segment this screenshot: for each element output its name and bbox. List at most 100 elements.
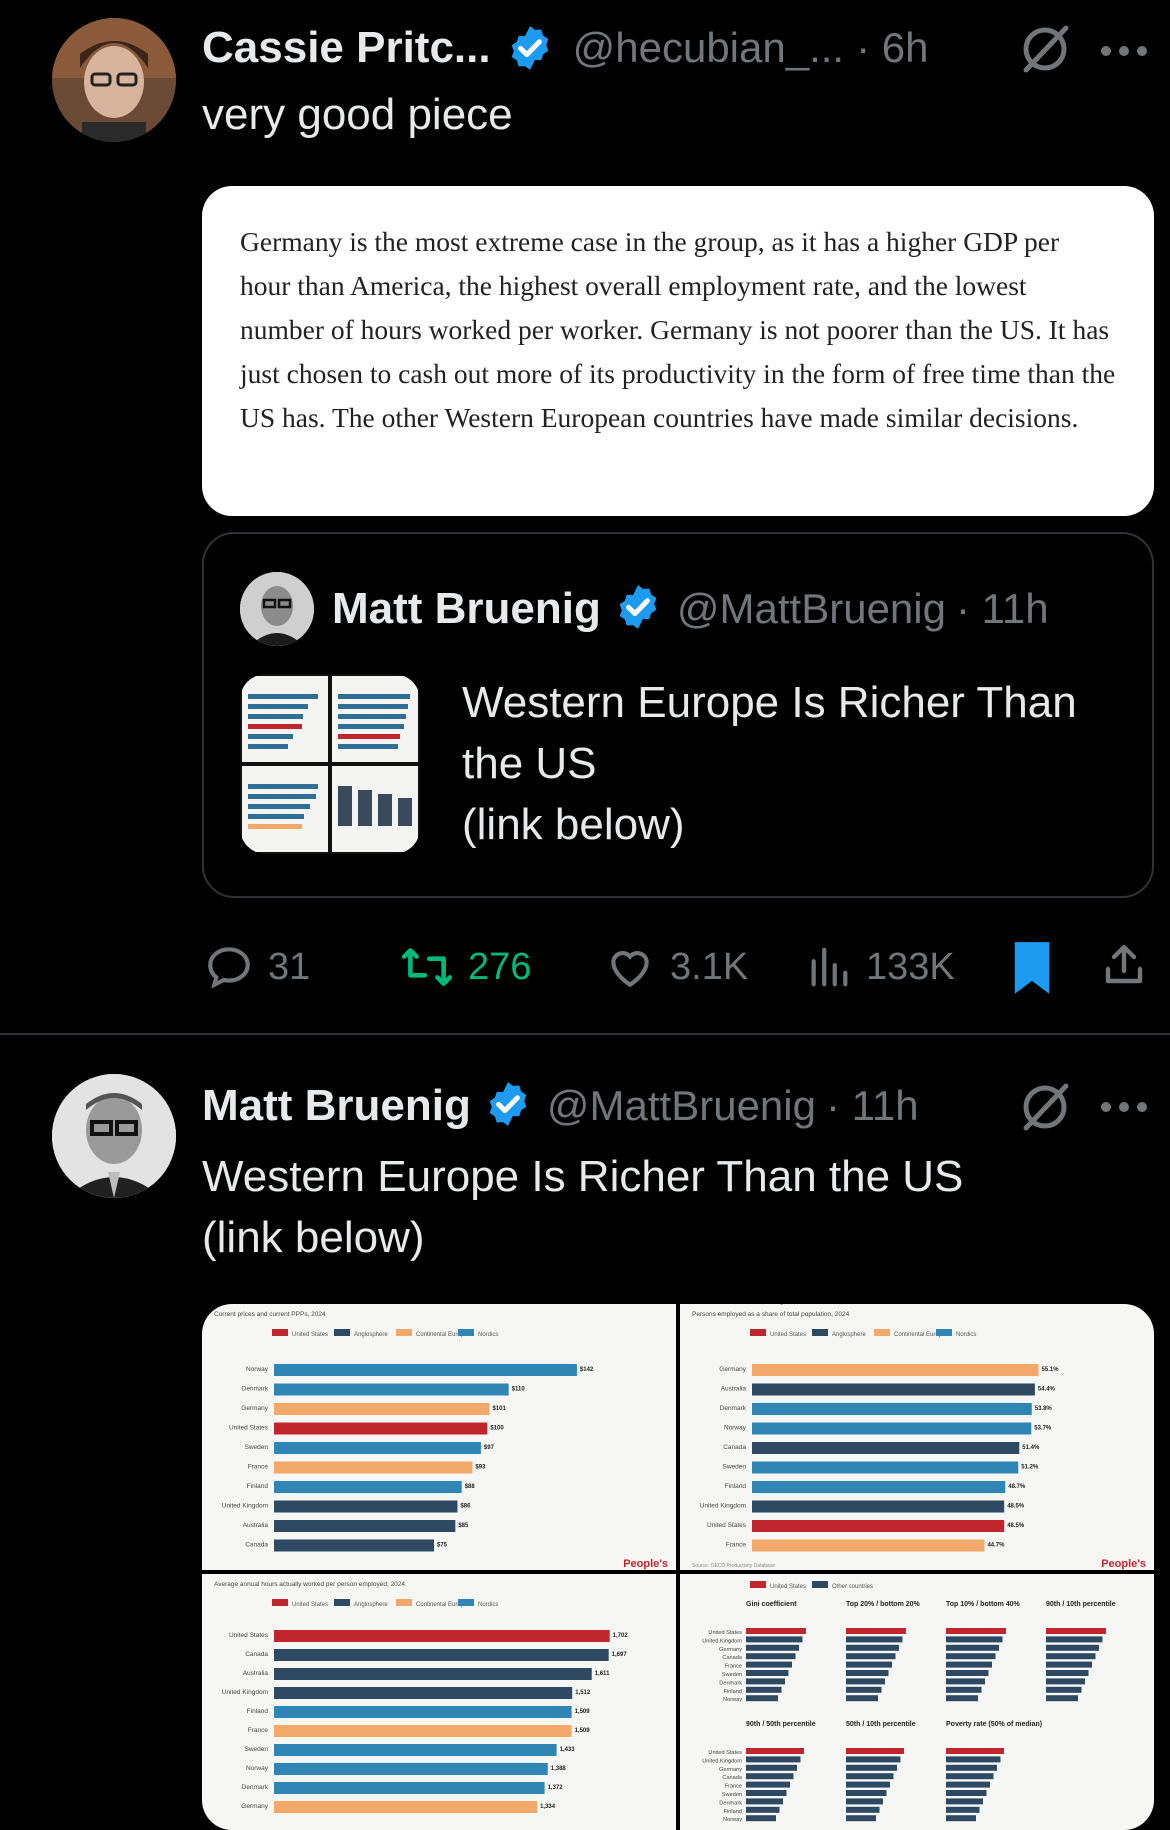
bar (946, 1695, 978, 1702)
avatar-image (52, 18, 176, 142)
more-icon[interactable] (1100, 44, 1148, 62)
bar (752, 1422, 1032, 1435)
share-icon[interactable] (1100, 940, 1148, 995)
data-label: 1,372 (548, 1785, 564, 1791)
panel-title: Top 10% / bottom 40% (946, 1601, 1021, 1608)
legend-label: United States (292, 1602, 328, 1608)
bar (274, 1668, 592, 1680)
legend-swatch (936, 1329, 952, 1336)
bar (274, 1403, 490, 1415)
data-label: $100 (490, 1426, 504, 1432)
grok-icon[interactable] (1018, 1080, 1072, 1139)
bookmark-icon[interactable] (1010, 940, 1054, 1001)
tick-label: United States (707, 1522, 747, 1529)
bar (846, 1798, 883, 1805)
chart-panel-4[interactable]: United States Other countries Gini coeffic… (680, 1574, 1154, 1830)
data-label: 1,697 (612, 1652, 628, 1658)
brand-logo: People's (623, 1558, 668, 1570)
bar (746, 1773, 794, 1780)
quote-time: · 11h (955, 585, 1049, 632)
tweet-time[interactable]: · 6h (856, 24, 928, 72)
tick-label: Sweden (245, 1746, 269, 1753)
legend-swatch (396, 1329, 412, 1336)
data-label: 48.5% (1007, 1523, 1025, 1529)
reply-icon (208, 947, 250, 989)
bar (846, 1661, 892, 1668)
bar (846, 1748, 904, 1754)
reply-button[interactable]: 31 (204, 942, 310, 992)
bar (846, 1781, 890, 1788)
data-label: 1,702 (613, 1633, 629, 1639)
chart-subtitle: Current prices and current PPPs, 2024 (214, 1311, 326, 1318)
chart-source: Source: OECD Productivity Database (692, 1563, 775, 1569)
chart-hours-worked: Hours Worked Per Worker Average annual ho… (214, 1574, 629, 1813)
grok-icon[interactable] (1018, 22, 1072, 81)
chart-subtitle: Persons employed as a share of total pop… (692, 1311, 850, 1318)
quote-author-handle[interactable]: @MattBruenig (677, 585, 946, 633)
author-handle[interactable]: @hecubian_... (573, 24, 844, 72)
quoted-tweet-card[interactable]: Matt Bruenig @MattBruenig · 11h Western … (202, 532, 1154, 898)
tick-label: Norway (246, 1366, 269, 1373)
author-handle[interactable]: @MattBruenig (547, 1082, 816, 1130)
tick-label: Germany (719, 1647, 742, 1653)
bar (846, 1670, 889, 1676)
like-button[interactable]: 3.1K (604, 942, 748, 992)
tweet-time[interactable]: · 11h (826, 1082, 919, 1130)
bar (846, 1806, 880, 1813)
legend-label: Nordics (478, 1332, 498, 1338)
avatar-matt[interactable] (52, 1074, 176, 1198)
repost-count: 276 (468, 945, 532, 988)
tweet2-media-grid[interactable]: GDP Per Hour Worked Current prices and cu… (202, 1304, 1154, 1830)
more-icon[interactable] (1100, 1100, 1148, 1118)
bar (846, 1790, 887, 1796)
data-label: $86 (460, 1504, 471, 1510)
tick-label: Australia (243, 1522, 269, 1529)
avatar-cassie[interactable] (52, 18, 176, 142)
tick-label: Sweden (723, 1464, 747, 1471)
chart-panel-3[interactable]: Hours Worked Per Worker Average annual ho… (202, 1574, 676, 1830)
tweet1-text: very good piece (202, 90, 513, 139)
tick-label: France (725, 1784, 742, 1790)
bar (846, 1628, 906, 1634)
author-name[interactable]: Matt Bruenig (202, 1081, 471, 1131)
excerpt-image[interactable]: Germany is the most extreme case in the … (202, 186, 1154, 516)
repost-button[interactable]: 276 (400, 942, 531, 992)
bar (846, 1653, 896, 1660)
chart-panel-2[interactable]: Share of the Population With a Job Person… (680, 1304, 1154, 1570)
legend-swatch (874, 1329, 890, 1336)
quote-text-line-3: (link below) (462, 800, 685, 849)
reply-count: 31 (268, 945, 311, 988)
bar (846, 1686, 882, 1693)
bar (752, 1442, 1020, 1454)
bar (274, 1539, 434, 1552)
tick-label: United Kingdom (222, 1689, 268, 1696)
bar (746, 1798, 783, 1805)
author-name[interactable]: Cassie Pritc... (202, 23, 491, 73)
bar (1046, 1628, 1106, 1634)
views-button[interactable]: 133K (806, 942, 955, 992)
bar (846, 1773, 894, 1780)
bar (846, 1636, 903, 1643)
bar (274, 1364, 577, 1376)
bar (946, 1798, 983, 1805)
data-label: 1,334 (540, 1804, 556, 1810)
data-label: $88 (465, 1484, 476, 1490)
bar (274, 1801, 538, 1813)
bar (946, 1790, 987, 1796)
legend-swatch (334, 1599, 350, 1606)
bar (746, 1661, 792, 1668)
bar (1046, 1653, 1096, 1660)
tick-label: United States (708, 1750, 742, 1756)
chart-panel-1[interactable]: GDP Per Hour Worked Current prices and cu… (202, 1304, 676, 1570)
legend-label: Nordics (956, 1332, 976, 1338)
data-label: 55.1% (1042, 1367, 1060, 1373)
chart-title: GDP Per Hour Worked (214, 1304, 341, 1305)
legend-swatch (396, 1599, 412, 1606)
bar (746, 1628, 806, 1634)
tick-label: Norway (723, 1817, 742, 1823)
quote-text-line-2: the US (462, 739, 597, 788)
bar (752, 1403, 1032, 1415)
legend-label: United States (770, 1332, 806, 1338)
quote-author-name[interactable]: Matt Bruenig (332, 584, 601, 634)
bar (274, 1630, 610, 1642)
